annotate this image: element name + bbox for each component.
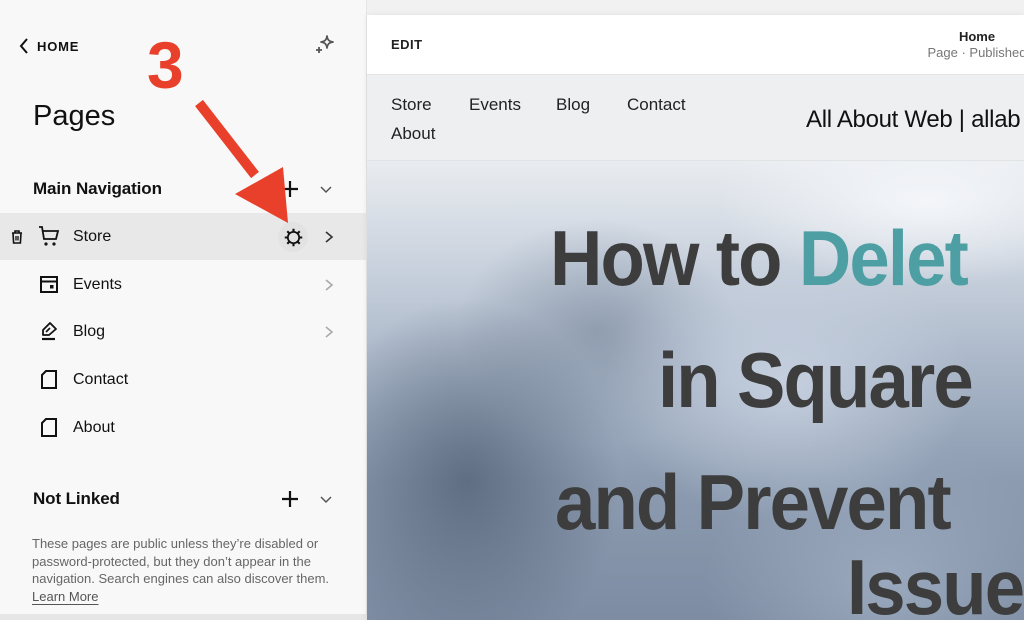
page-title: Pages [33, 100, 116, 132]
site-nav-contact[interactable]: Contact [627, 95, 686, 115]
description-text: These pages are public unless they’re di… [32, 536, 330, 586]
nav-item-blog[interactable]: Blog [0, 308, 367, 355]
add-page-plus-icon[interactable] [279, 178, 301, 200]
nav-item-label: About [73, 418, 115, 436]
cart-icon [39, 226, 60, 246]
nav-item-label: Store [73, 227, 112, 245]
hero-headline-line-3: and Prevent [555, 458, 952, 546]
learn-more-link[interactable]: Learn More [32, 589, 98, 604]
site-nav-blog[interactable]: Blog [556, 95, 590, 115]
sidebar-bottom-divider [0, 614, 367, 620]
site-nav-events[interactable]: Events [469, 95, 521, 115]
nav-item-label: Events [73, 275, 122, 293]
not-linked-header: Not Linked [0, 484, 367, 514]
hero-line-1-prefix: How to [550, 214, 799, 302]
nav-item-contact[interactable]: Contact [0, 356, 367, 403]
hero-line-1-accent: Delet [798, 214, 969, 302]
nav-item-label: Blog [73, 322, 106, 340]
trash-icon[interactable] [10, 229, 24, 245]
nav-item-events[interactable]: Events [0, 261, 367, 308]
page-info: Home Page · Published [907, 29, 1024, 60]
main-navigation-header: Main Navigation [0, 174, 367, 204]
site-nav-about[interactable]: About [391, 124, 435, 144]
chevron-down-icon[interactable] [318, 181, 334, 197]
not-linked-description: These pages are public unless they’re di… [32, 535, 350, 605]
page-icon [41, 418, 57, 437]
gear-icon [284, 228, 302, 246]
annotation-step-number: 3 [147, 28, 184, 102]
hero-headline-line-2: in Square [658, 336, 974, 424]
edit-button[interactable]: EDIT [391, 37, 423, 52]
add-page-plus-icon[interactable] [279, 488, 301, 510]
back-home-label: HOME [37, 38, 80, 54]
chevron-right-icon[interactable] [322, 229, 336, 245]
pen-icon [42, 322, 57, 341]
not-linked-label: Not Linked [33, 489, 120, 508]
page-status: Page · Published [927, 45, 1024, 60]
nav-item-about[interactable]: About [0, 404, 367, 451]
hero-headline-line-1: How to Delet [550, 219, 969, 297]
main-navigation-label: Main Navigation [33, 179, 162, 198]
chevron-right-icon[interactable] [322, 324, 336, 340]
preview-topbar: EDIT Home Page · Published [367, 15, 1024, 75]
back-home-button[interactable]: HOME [18, 36, 79, 56]
site-header: Store Events Blog Contact About All Abou… [367, 75, 1024, 161]
page-icon [41, 370, 57, 389]
chevron-left-icon [19, 38, 28, 54]
page-settings-button[interactable] [278, 222, 308, 252]
site-title: All About Web | allab [806, 106, 1021, 133]
site-nav-store[interactable]: Store [391, 95, 432, 115]
nav-item-store[interactable]: Store [0, 213, 367, 260]
site-preview-panel: EDIT Home Page · Published Store Events … [367, 15, 1024, 620]
hero-headline-line-4: Issue [847, 543, 1024, 620]
page-name: Home [958, 29, 996, 44]
sparkle-ai-icon[interactable] [313, 33, 337, 57]
chevron-down-icon[interactable] [318, 491, 334, 507]
calendar-icon [40, 276, 58, 293]
chevron-right-icon[interactable] [322, 277, 336, 293]
nav-item-label: Contact [73, 370, 129, 388]
hero-banner: How to Delet in Square and Prevent Issue [367, 161, 1024, 620]
